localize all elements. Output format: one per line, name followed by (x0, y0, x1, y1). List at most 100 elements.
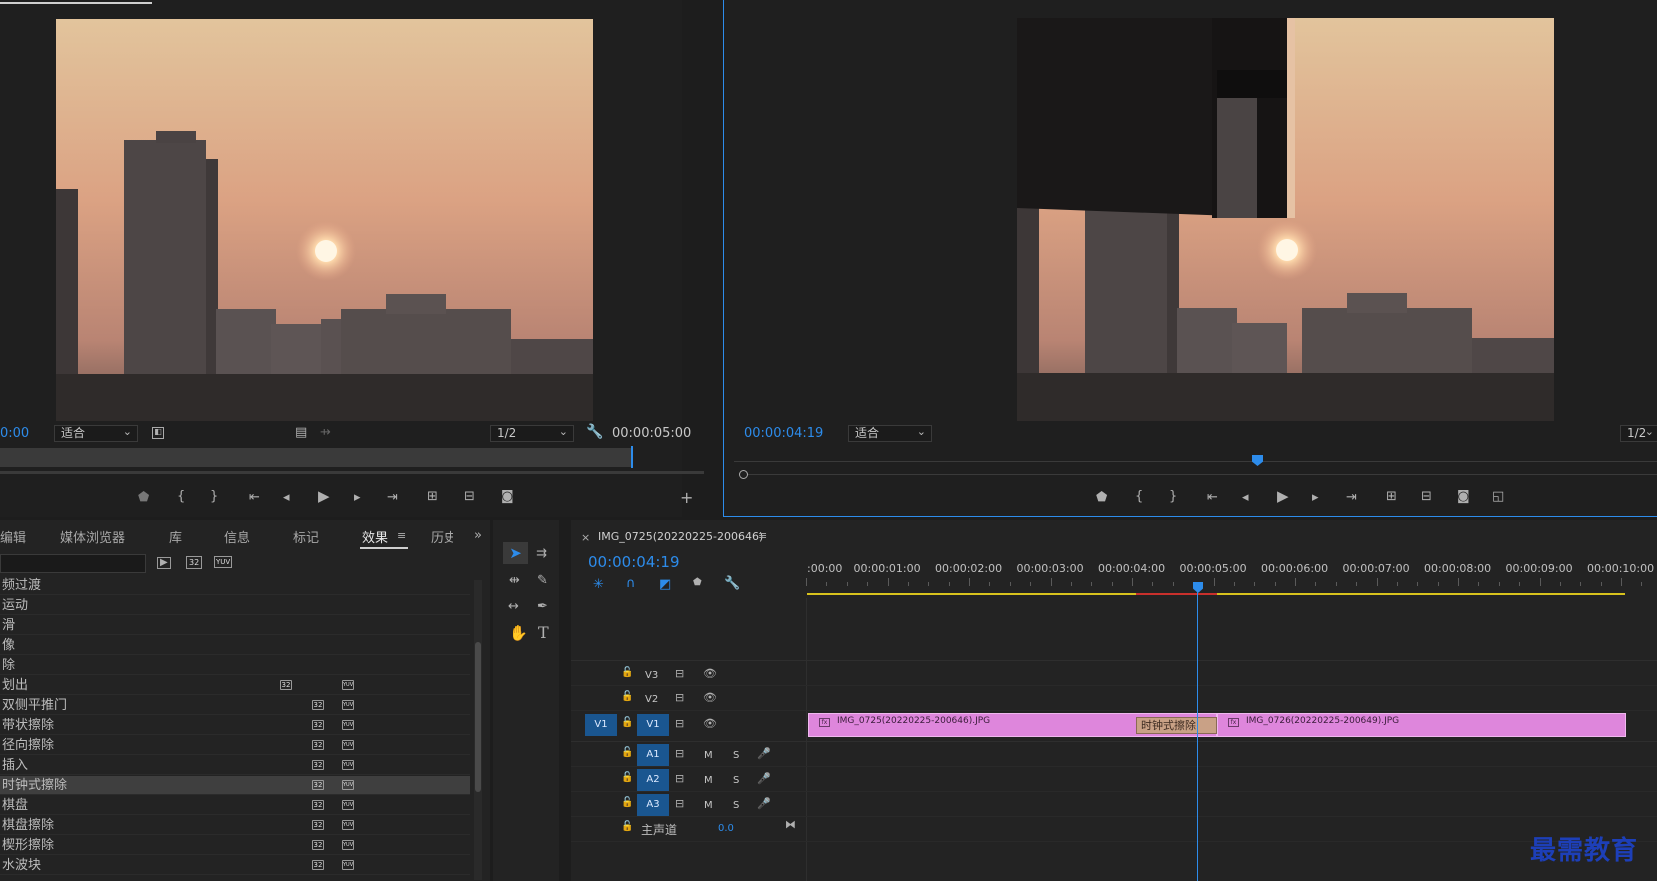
sync-lock-icon[interactable]: ⊟ (675, 773, 684, 784)
tab-history[interactable]: 历史 (431, 527, 453, 546)
effect-item[interactable]: 滑 (0, 616, 470, 635)
eye-icon[interactable]: 👁 (703, 668, 717, 679)
snap-icon[interactable]: ∩ (626, 577, 636, 590)
tab-markers[interactable]: 标记 (293, 527, 319, 546)
effect-item[interactable]: 双侧平推门 32 YUV (0, 696, 470, 715)
effect-item[interactable]: 运动 (0, 596, 470, 615)
nest-icon[interactable]: ✳ (593, 578, 604, 591)
comparison-view-icon[interactable]: ◱ (1492, 490, 1504, 503)
solo-button-a2[interactable]: S (733, 775, 739, 786)
lock-icon[interactable]: 🔓 (621, 822, 633, 832)
wrench-icon[interactable]: 🔧 (586, 425, 603, 439)
solo-button-a1[interactable]: S (733, 750, 739, 761)
mark-out-icon[interactable]: } (210, 490, 218, 503)
sync-lock-icon[interactable]: ⊟ (675, 692, 684, 703)
solo-button-a3[interactable]: S (733, 800, 739, 811)
program-playhead[interactable] (1252, 455, 1263, 466)
transition-clock-wipe[interactable]: 时钟式擦除 (1136, 717, 1217, 734)
panel-menu-icon[interactable]: ≡ (397, 530, 406, 541)
program-zoom-handle[interactable] (739, 470, 748, 479)
effect-item[interactable]: 频过渡 (0, 576, 470, 595)
slip-tool-icon[interactable]: ↔ (508, 600, 519, 613)
lock-icon[interactable]: 🔓 (621, 798, 633, 808)
source-resolution-dropdown[interactable]: 1/2 (490, 424, 574, 442)
play-icon[interactable]: ▶ (318, 489, 330, 504)
lock-icon[interactable]: 🔓 (621, 773, 633, 783)
add-button-icon[interactable]: + (680, 490, 693, 506)
mark-in-icon[interactable]: { (1135, 490, 1143, 503)
track-select-tool-icon[interactable]: ⇉ (536, 547, 547, 560)
effect-item[interactable]: 楔形擦除 32 YUV (0, 836, 470, 855)
effect-item[interactable]: 棋盘擦除 32 YUV (0, 816, 470, 835)
effect-item[interactable]: 除 (0, 656, 470, 675)
insert-icon[interactable]: ⊞ (427, 490, 438, 503)
step-back-icon[interactable]: ◂ (283, 491, 290, 504)
sequence-tab[interactable]: IMG_0725(20220225-200646) (598, 530, 763, 543)
drag-video-only-icon[interactable]: ▤ (295, 426, 307, 439)
effect-item[interactable]: 像 (0, 636, 470, 655)
tab-libraries[interactable]: 库 (169, 527, 182, 546)
lock-icon[interactable]: 🔓 (621, 748, 633, 758)
program-timecode[interactable]: 00:00:04:19 (744, 426, 823, 441)
program-zoom-bar[interactable] (748, 474, 1657, 475)
effect-item[interactable]: 水波块 32 YUV (0, 856, 470, 875)
track-target-v1[interactable]: V1 (637, 714, 669, 736)
program-resolution-dropdown[interactable]: 1/2 (1620, 424, 1657, 442)
extract-icon[interactable]: ⊟ (1421, 490, 1432, 503)
mute-button-a1[interactable]: M (704, 750, 713, 761)
mark-out-icon[interactable]: } (1169, 490, 1177, 503)
go-to-out-icon[interactable]: ⇥ (1346, 491, 1357, 504)
sync-lock-icon[interactable]: ⊟ (675, 718, 684, 729)
tab-effects[interactable]: 效果 (362, 527, 388, 546)
sync-lock-icon[interactable]: ⊟ (675, 798, 684, 809)
effect-item[interactable]: 径向擦除 32 YUV (0, 736, 470, 755)
lock-icon[interactable]: 🔓 (621, 692, 633, 702)
master-volume-value[interactable]: 0.0 (718, 823, 734, 834)
source-timecode[interactable]: 0:00 (0, 426, 29, 441)
effect-item[interactable]: 时钟式擦除 32 YUV (0, 776, 470, 795)
source-patch-v1[interactable]: V1 (585, 714, 617, 736)
sync-lock-icon[interactable]: ⊟ (675, 748, 684, 759)
timeline-timecode[interactable]: 00:00:04:19 (588, 553, 680, 571)
export-frame-icon[interactable]: ◙ (1457, 490, 1470, 503)
effects-search-input[interactable] (0, 554, 146, 573)
linked-selection-icon[interactable]: ◩ (659, 578, 671, 591)
track-target-a3[interactable]: A3 (637, 794, 669, 816)
program-fit-dropdown[interactable]: 适合 (848, 424, 932, 442)
drag-audio-only-icon[interactable]: ⇸ (320, 426, 331, 439)
microphone-icon[interactable]: 🎤 (757, 773, 771, 784)
razor-tool-icon[interactable]: ✎ (537, 574, 548, 587)
go-to-in-icon[interactable]: ⇤ (1207, 491, 1218, 504)
add-marker-icon[interactable]: ⬟ (1096, 491, 1107, 504)
effect-item[interactable]: 带状擦除 32 YUV (0, 716, 470, 735)
close-sequence-icon[interactable]: × (581, 532, 590, 543)
program-time-ruler[interactable] (734, 452, 1657, 462)
add-marker-icon[interactable]: ⬟ (693, 578, 702, 588)
timeline-settings-icon[interactable]: 🔧 (724, 577, 740, 590)
microphone-icon[interactable]: 🎤 (757, 798, 771, 809)
timeline-playhead-head[interactable] (1193, 582, 1203, 593)
more-tabs-icon[interactable]: » (474, 529, 482, 542)
go-to-out-icon[interactable]: ⇥ (387, 491, 398, 504)
lock-icon[interactable]: 🔓 (621, 668, 633, 678)
32bit-filter-button[interactable]: 32 (186, 556, 203, 569)
sequence-menu-icon[interactable]: ≡ (758, 530, 767, 541)
mute-button-a3[interactable]: M (704, 800, 713, 811)
drag-video-icon[interactable]: ◧ (152, 427, 164, 439)
clip-img-0726[interactable]: fx IMG_0726(20220225-200649).JPG (1217, 713, 1626, 737)
overwrite-icon[interactable]: ⊟ (464, 490, 475, 503)
eye-icon[interactable]: 👁 (703, 692, 717, 703)
step-back-icon[interactable]: ◂ (1242, 491, 1249, 504)
track-target-a2[interactable]: A2 (637, 769, 669, 791)
lock-icon[interactable]: 🔓 (621, 718, 633, 728)
add-marker-icon[interactable]: ⬟ (138, 491, 149, 504)
source-zoom-bar[interactable] (0, 471, 704, 474)
microphone-icon[interactable]: 🎤 (757, 748, 771, 759)
go-to-in-icon[interactable]: ⇤ (249, 491, 260, 504)
step-forward-icon[interactable]: ▸ (1312, 491, 1319, 504)
ripple-edit-tool-icon[interactable]: ⇹ (509, 574, 520, 587)
type-tool-icon[interactable]: T (538, 625, 549, 641)
play-icon[interactable]: ▶ (1277, 489, 1289, 504)
pen-tool-icon[interactable]: ✒ (537, 600, 548, 613)
lift-icon[interactable]: ⊞ (1386, 490, 1397, 503)
